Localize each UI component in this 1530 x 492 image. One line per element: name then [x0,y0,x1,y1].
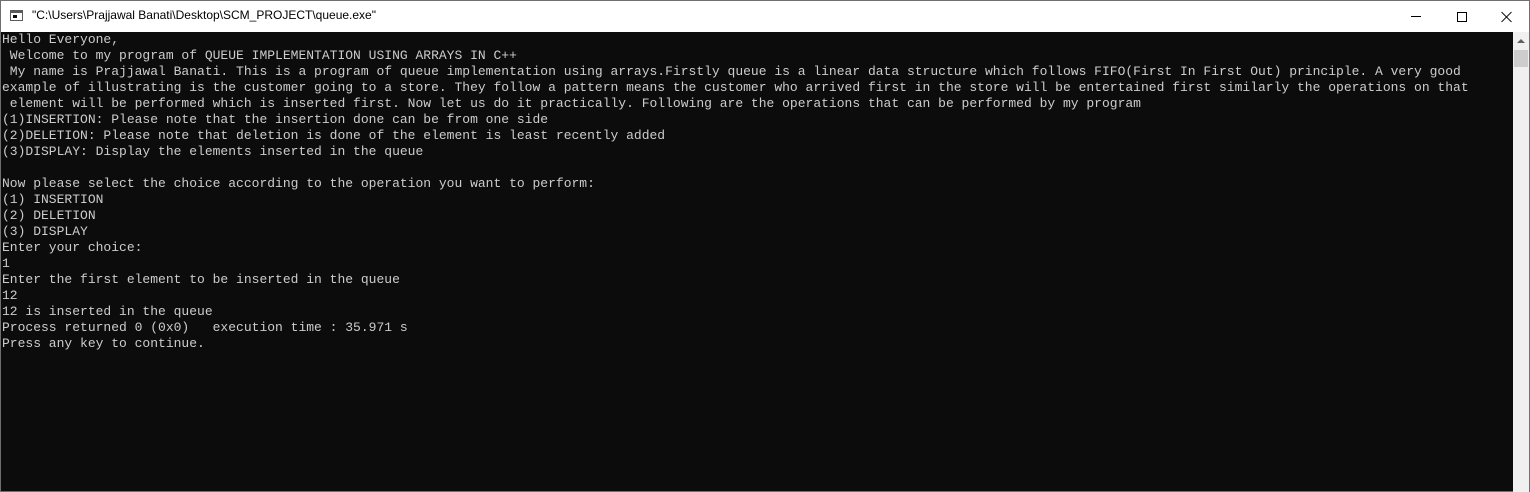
minimize-button[interactable] [1393,1,1439,32]
console-line: My name is Prajjawal Banati. This is a p… [2,64,1461,79]
console-line: element will be performed which is inser… [2,96,1141,111]
vertical-scrollbar[interactable] [1513,32,1529,492]
console-line: 12 [2,288,18,303]
console-line: 12 is inserted in the queue [2,304,213,319]
minimize-icon [1411,16,1421,17]
close-icon [1501,11,1513,23]
title-bar[interactable]: "C:\Users\Prajjawal Banati\Desktop\SCM_P… [1,1,1529,32]
console-line: example of illustrating is the customer … [2,80,1469,95]
scroll-up-arrow-icon [1517,38,1525,43]
maximize-icon [1457,11,1467,22]
scroll-thumb[interactable] [1514,50,1528,67]
console-line: Press any key to continue. [2,336,205,351]
console-line: (1)INSERTION: Please note that the inser… [2,112,549,127]
console-line: Process returned 0 (0x0) execution time … [2,320,408,335]
scroll-up-button[interactable] [1513,32,1529,49]
console-window: "C:\Users\Prajjawal Banati\Desktop\SCM_P… [0,0,1530,492]
console-line: Enter your choice: [2,240,143,255]
console-line: (1) INSERTION [2,192,104,207]
console-line: (3) DISPLAY [2,224,88,239]
console-line: (3)DISPLAY: Display the elements inserte… [2,144,424,159]
console-line: 1 [2,256,10,271]
window-title: "C:\Users\Prajjawal Banati\Desktop\SCM_P… [32,8,376,22]
console-line: Now please select the choice according t… [2,176,595,191]
console-line: Enter the first element to be inserted i… [2,272,400,287]
console-line: Welcome to my program of QUEUE IMPLEMENT… [2,48,517,63]
console-line: Hello Everyone, [2,32,120,47]
console-line: (2)DELETION: Please note that deletion i… [2,128,666,143]
close-button[interactable] [1484,1,1530,32]
console-line: (2) DELETION [2,208,96,223]
console-app-icon[interactable] [10,10,23,21]
console-output[interactable]: Hello Everyone, Welcome to my program of… [2,32,1513,492]
maximize-button[interactable] [1439,1,1485,32]
